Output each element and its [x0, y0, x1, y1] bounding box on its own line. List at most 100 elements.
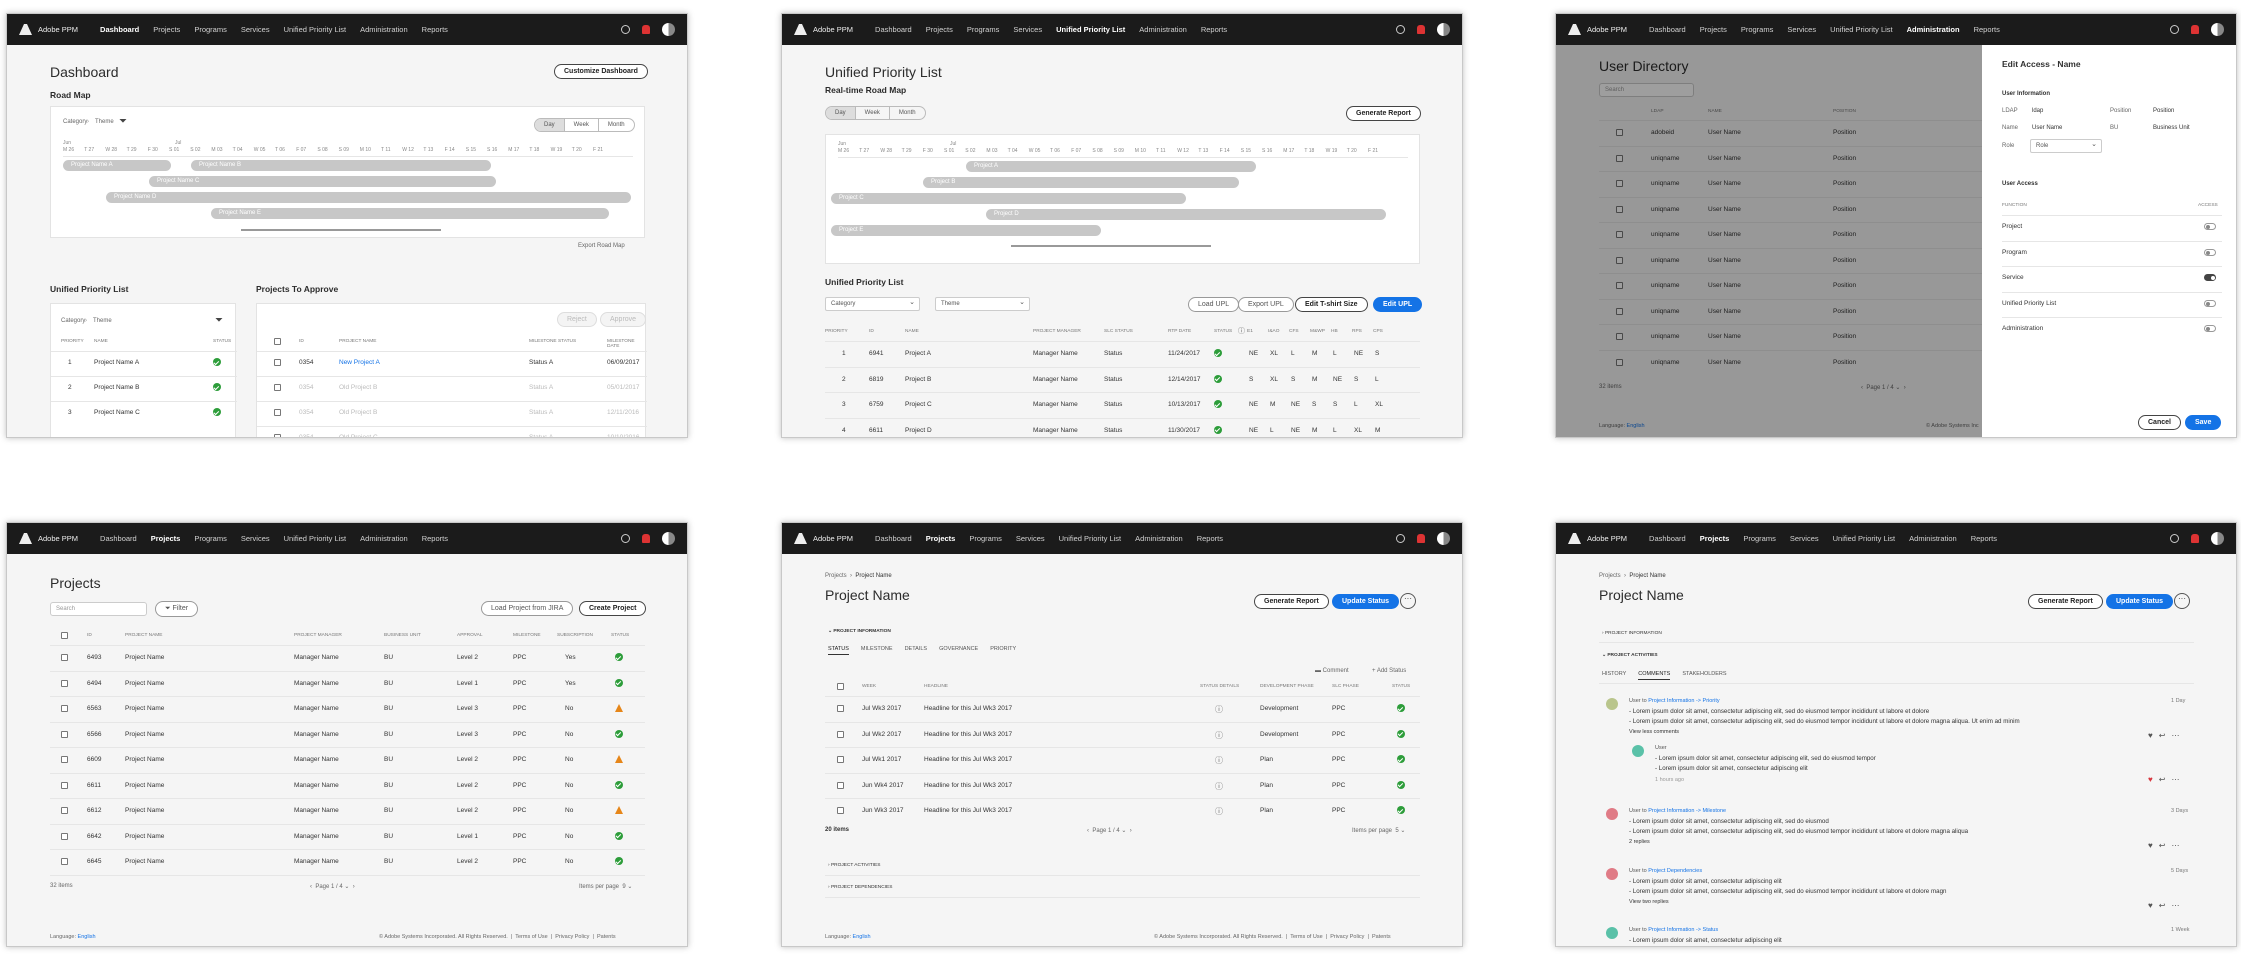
- nav-dashboard[interactable]: Dashboard: [875, 25, 912, 34]
- language-link[interactable]: English: [853, 934, 871, 940]
- col-header[interactable]: RPS: [1352, 329, 1362, 334]
- nav-upl[interactable]: Unified Priority List: [1830, 25, 1893, 34]
- col-header[interactable]: Status: [1392, 684, 1410, 689]
- tab-details[interactable]: Details: [905, 646, 928, 655]
- view-week[interactable]: Week: [854, 107, 889, 119]
- project-link[interactable]: Old Project B: [339, 409, 377, 416]
- row-checkbox[interactable]: [837, 705, 844, 712]
- col-priority[interactable]: Priority: [61, 339, 84, 344]
- nav-services[interactable]: Services: [241, 534, 270, 543]
- col-header[interactable]: SLC Phase: [1332, 684, 1359, 689]
- nav-services[interactable]: Services: [241, 25, 270, 34]
- search-icon[interactable]: [621, 25, 630, 34]
- project-link[interactable]: Project Name: [125, 654, 164, 661]
- notification-icon[interactable]: [1417, 534, 1425, 543]
- row-checkbox[interactable]: [61, 730, 68, 738]
- row-checkbox[interactable]: [61, 807, 68, 814]
- comment-actions[interactable]: ♥↩⋯: [2148, 731, 2185, 740]
- row-checkbox[interactable]: [61, 781, 68, 789]
- row-checkbox[interactable]: [274, 384, 281, 391]
- terms-link[interactable]: Terms of Use: [515, 934, 547, 940]
- col-status[interactable]: Status: [213, 339, 231, 344]
- nav-upl[interactable]: Unified Priority List: [284, 25, 347, 34]
- col-header[interactable]: Milestone: [513, 633, 541, 638]
- more-icon[interactable]: ···: [2174, 593, 2190, 609]
- nav-administration[interactable]: Administration: [360, 25, 408, 34]
- view-month[interactable]: Month: [888, 107, 925, 119]
- section-project-dependencies[interactable]: › Project Dependencies: [828, 885, 892, 890]
- access-toggle[interactable]: [2204, 248, 2216, 256]
- project-link[interactable]: Project Name B: [94, 384, 140, 391]
- modal-overlay[interactable]: [1556, 45, 1982, 437]
- view-day[interactable]: Day: [535, 119, 564, 131]
- col-header[interactable]: I&AO: [1268, 329, 1279, 334]
- export-upl-button[interactable]: Export UPL: [1238, 297, 1294, 312]
- items-per-page[interactable]: Items per page 9 ⌄: [579, 883, 632, 890]
- nav-administration[interactable]: Administration: [1139, 25, 1187, 34]
- more-icon[interactable]: ···: [1400, 593, 1416, 609]
- project-link[interactable]: Project Name A: [94, 359, 139, 366]
- nav-projects[interactable]: Projects: [1700, 25, 1727, 34]
- nav-upl[interactable]: Unified Priority List: [284, 534, 347, 543]
- info-icon[interactable]: ⓘ: [1215, 730, 1223, 741]
- nav-dashboard[interactable]: Dashboard: [875, 534, 912, 543]
- nav-administration[interactable]: Administration: [1135, 534, 1183, 543]
- comment-button[interactable]: ▬ Comment: [1315, 668, 1349, 674]
- row-checkbox[interactable]: [837, 781, 844, 789]
- target-link[interactable]: Project Information -> Priority: [1648, 698, 1719, 704]
- col-header[interactable]: Project Manager: [294, 633, 342, 638]
- generate-report-button[interactable]: Generate Report: [1346, 106, 1421, 121]
- access-toggle[interactable]: [2204, 223, 2216, 230]
- roadmap-bar[interactable]: Project Name E: [211, 208, 609, 219]
- avatar[interactable]: [2211, 23, 2224, 36]
- col-header[interactable]: M&WP: [1310, 329, 1325, 334]
- patents-link[interactable]: Patents: [597, 934, 616, 940]
- role-select[interactable]: Role: [2030, 139, 2102, 153]
- create-project-button[interactable]: Create Project: [579, 601, 647, 616]
- nav-projects[interactable]: Projects: [1700, 534, 1730, 543]
- avatar[interactable]: [1437, 23, 1450, 36]
- nav-services[interactable]: Services: [1787, 25, 1816, 34]
- col-header[interactable]: RTP Date: [1168, 329, 1191, 334]
- view-switcher[interactable]: Day Week Month: [534, 118, 635, 132]
- search-icon[interactable]: [1396, 534, 1405, 543]
- search-icon[interactable]: [1396, 25, 1405, 34]
- filter-category[interactable]: Category: [63, 119, 87, 125]
- comment-actions[interactable]: ♥↩⋯: [2148, 775, 2185, 784]
- target-link[interactable]: Project Information -> Milestone: [1648, 808, 1726, 814]
- col-header[interactable]: E1: [1247, 329, 1253, 334]
- col-header[interactable]: Project Name: [125, 633, 163, 638]
- col-header[interactable]: Project Manager: [1033, 329, 1081, 334]
- update-status-button[interactable]: Update Status: [1332, 594, 1400, 609]
- avatar[interactable]: [662, 532, 675, 545]
- nav-dashboard[interactable]: Dashboard: [1649, 25, 1686, 34]
- target-link[interactable]: Project Information -> Status: [1648, 927, 1718, 933]
- col-header[interactable]: HB: [1331, 329, 1338, 334]
- nav-reports[interactable]: Reports: [1201, 25, 1227, 34]
- col-milestone-date[interactable]: Milestone Date: [607, 339, 645, 349]
- row-checkbox[interactable]: [61, 858, 68, 865]
- row-checkbox[interactable]: [274, 434, 281, 437]
- nav-reports[interactable]: Reports: [1974, 25, 2000, 34]
- tab-priority[interactable]: Priority: [990, 646, 1016, 655]
- row-checkbox[interactable]: [61, 756, 68, 763]
- roadmap-bar[interactable]: Project D: [986, 209, 1386, 220]
- project-link[interactable]: Project Name: [125, 731, 164, 738]
- filter-theme[interactable]: Theme: [93, 318, 112, 324]
- filter-icon[interactable]: ⏷: [215, 315, 223, 326]
- filter-category[interactable]: Category: [61, 318, 85, 324]
- nav-upl[interactable]: Unified Priority List: [1833, 534, 1896, 543]
- access-toggle[interactable]: [2204, 299, 2216, 307]
- project-link[interactable]: Project Name: [125, 782, 164, 789]
- filter-theme[interactable]: Theme: [95, 119, 114, 125]
- info-icon[interactable]: ⓘ: [1215, 806, 1223, 817]
- row-checkbox[interactable]: [837, 756, 844, 763]
- col-project-name[interactable]: Project Name: [339, 339, 377, 344]
- nav-programs[interactable]: Programs: [967, 25, 1000, 34]
- nav-upl[interactable]: Unified Priority List: [1059, 534, 1122, 543]
- notification-icon[interactable]: [2191, 534, 2199, 543]
- tab-governance[interactable]: Governance: [939, 646, 978, 655]
- row-checkbox[interactable]: [61, 832, 68, 840]
- col-header[interactable]: Week: [862, 684, 876, 689]
- avatar[interactable]: [2211, 532, 2224, 545]
